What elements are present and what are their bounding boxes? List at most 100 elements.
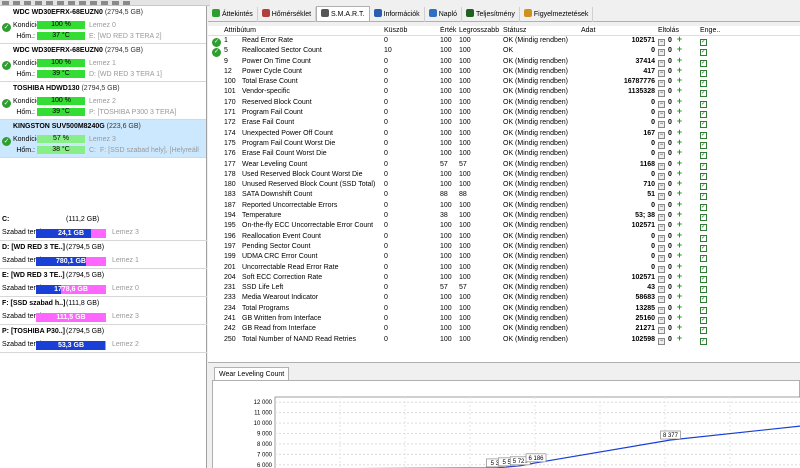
smart-row[interactable]: 233 Media Wearout Indicator 0 100 100 OK (Min… bbox=[208, 293, 800, 304]
col-threshold[interactable]: Küszöb bbox=[384, 26, 434, 36]
toolbar-button[interactable] bbox=[46, 1, 53, 5]
smart-row[interactable]: 241 GB Written from Interface 0 100 100 OK (M… bbox=[208, 314, 800, 325]
toolbar-button[interactable] bbox=[2, 1, 9, 5]
offset-increase-button[interactable]: + bbox=[677, 221, 682, 229]
offset-increase-button[interactable]: + bbox=[677, 67, 682, 75]
offset-increase-button[interactable]: + bbox=[677, 160, 682, 168]
enabled-checkbox[interactable]: ✓ bbox=[700, 90, 707, 98]
offset-decrease-button[interactable]: − bbox=[658, 286, 665, 294]
offset-decrease-button[interactable]: − bbox=[658, 275, 665, 283]
smart-row[interactable]: ✓ 1 Read Error Rate 0 100 100 OK (Mindig rendb… bbox=[208, 36, 800, 47]
offset-increase-button[interactable]: + bbox=[677, 170, 682, 178]
offset-decrease-button[interactable]: − bbox=[658, 80, 665, 88]
col-data[interactable]: Adat bbox=[579, 26, 655, 36]
smart-row[interactable]: 101 Vendor-specific 0 100 100 OK (Mindig rend… bbox=[208, 87, 800, 98]
toolbar-button[interactable] bbox=[57, 1, 64, 5]
offset-increase-button[interactable]: + bbox=[677, 139, 682, 147]
offset-decrease-button[interactable]: − bbox=[658, 183, 665, 191]
smart-row[interactable]: 178 Used Reserved Block Count Worst Die 0 1… bbox=[208, 170, 800, 180]
col-offset[interactable]: Eltolás bbox=[658, 26, 688, 36]
toolbar-button[interactable] bbox=[90, 1, 97, 5]
enabled-checkbox[interactable]: ✓ bbox=[700, 162, 707, 170]
smart-row[interactable]: 176 Erase Fail Count Worst Die 0 100 100 OK (… bbox=[208, 149, 800, 160]
offset-decrease-button[interactable]: − bbox=[658, 111, 665, 119]
enabled-checkbox[interactable]: ✓ bbox=[700, 244, 707, 252]
offset-increase-button[interactable]: + bbox=[677, 118, 682, 126]
offset-decrease-button[interactable]: − bbox=[658, 224, 665, 232]
offset-decrease-button[interactable]: − bbox=[658, 193, 665, 201]
smart-row[interactable]: 170 Reserved Block Count 0 100 100 OK (Mindig… bbox=[208, 97, 800, 109]
offset-increase-button[interactable]: + bbox=[677, 149, 682, 157]
enabled-checkbox[interactable]: ✓ bbox=[700, 296, 707, 304]
tab-log[interactable]: Napló bbox=[425, 7, 462, 22]
enabled-checkbox[interactable]: ✓ bbox=[700, 49, 707, 57]
col-attr[interactable]: Attribútum bbox=[224, 26, 384, 36]
disk-item[interactable]: ✓ WDC WD30EFRX-68EUZN0 (2794,5 GB) Kondíci… bbox=[0, 6, 206, 44]
offset-decrease-button[interactable]: − bbox=[658, 49, 665, 57]
enabled-checkbox[interactable]: ✓ bbox=[700, 327, 707, 335]
volume-item[interactable]: C: (111,2 GB) Szabad terület 24,1 GB Lemez 3 bbox=[0, 213, 207, 241]
enabled-checkbox[interactable]: ✓ bbox=[700, 275, 707, 283]
enabled-checkbox[interactable]: ✓ bbox=[700, 59, 707, 67]
enabled-checkbox[interactable]: ✓ bbox=[700, 152, 707, 160]
disk-item[interactable]: ✓ WDC WD30EFRX-68EUZN0 (2794,5 GB) Kondíci… bbox=[0, 44, 206, 82]
disk-item[interactable]: ✓ KINGSTON SUV500M8240G (223,6 GB) Kondíci… bbox=[0, 120, 206, 158]
offset-decrease-button[interactable]: − bbox=[658, 317, 665, 325]
smart-row[interactable]: 12 Power Cycle Count 0 100 100 OK (Mindig ren… bbox=[208, 67, 800, 77]
offset-increase-button[interactable]: + bbox=[677, 211, 682, 219]
volume-item[interactable]: P: [TOSHIBA P30..](2794,5 GB) Szabad terü… bbox=[0, 325, 207, 353]
offset-decrease-button[interactable]: − bbox=[658, 296, 665, 304]
offset-increase-button[interactable]: + bbox=[677, 180, 682, 188]
offset-decrease-button[interactable]: − bbox=[658, 327, 665, 335]
offset-decrease-button[interactable]: − bbox=[658, 121, 665, 129]
col-enabled[interactable]: Enge... bbox=[700, 26, 720, 36]
offset-decrease-button[interactable]: − bbox=[658, 214, 665, 222]
enabled-checkbox[interactable]: ✓ bbox=[700, 224, 707, 232]
offset-increase-button[interactable]: + bbox=[677, 314, 682, 322]
enabled-checkbox[interactable]: ✓ bbox=[700, 172, 707, 180]
enabled-checkbox[interactable]: ✓ bbox=[700, 265, 707, 273]
offset-increase-button[interactable]: + bbox=[677, 273, 682, 281]
offset-decrease-button[interactable]: − bbox=[658, 90, 665, 98]
volume-item[interactable]: D: [WD RED 3 TE..](2794,5 GB) Szabad terü… bbox=[0, 241, 207, 269]
enabled-checkbox[interactable]: ✓ bbox=[700, 80, 707, 88]
enabled-checkbox[interactable]: ✓ bbox=[700, 131, 707, 139]
smart-row[interactable]: 180 Unused Reserved Block Count (SSD Tota… bbox=[208, 180, 800, 191]
volume-item[interactable]: E: [WD RED 3 TE..](2794,5 GB) Szabad terü… bbox=[0, 269, 207, 297]
toolbar-button[interactable] bbox=[79, 1, 86, 5]
smart-row[interactable]: 9 Power On Time Count 0 100 100 OK (Mindig re… bbox=[208, 56, 800, 67]
offset-increase-button[interactable]: + bbox=[677, 324, 682, 332]
smart-row[interactable]: 172 Erase Fail Count 0 100 100 OK (Mindig ren… bbox=[208, 118, 800, 129]
smart-row[interactable]: 174 Unexpected Power Off Count 0 100 100 OK (… bbox=[208, 129, 800, 139]
toolbar-button[interactable] bbox=[101, 1, 108, 5]
toolbar-button[interactable] bbox=[24, 1, 31, 5]
offset-increase-button[interactable]: + bbox=[677, 57, 682, 65]
tab-info[interactable]: Információk bbox=[370, 7, 425, 22]
offset-increase-button[interactable]: + bbox=[677, 304, 682, 312]
offset-increase-button[interactable]: + bbox=[677, 98, 682, 106]
offset-decrease-button[interactable]: − bbox=[658, 152, 665, 160]
offset-decrease-button[interactable]: − bbox=[658, 100, 665, 108]
offset-decrease-button[interactable]: − bbox=[658, 162, 665, 170]
offset-decrease-button[interactable]: − bbox=[658, 131, 665, 139]
smart-row[interactable]: 195 On-the-fly ECC Uncorrectable Error Co… bbox=[208, 221, 800, 232]
volume-item[interactable]: F: [SSD szabad h..](111,8 GB) Szabad terü… bbox=[0, 297, 207, 325]
offset-increase-button[interactable]: + bbox=[677, 232, 682, 240]
enabled-checkbox[interactable]: ✓ bbox=[700, 317, 707, 325]
enabled-checkbox[interactable]: ✓ bbox=[700, 111, 707, 119]
offset-increase-button[interactable]: + bbox=[677, 242, 682, 250]
tab-performance[interactable]: Teljesítmény bbox=[462, 7, 520, 22]
smart-row[interactable]: 183 SATA Downshift Count 0 88 88 OK (Mindig r… bbox=[208, 190, 800, 201]
tab-thermometer[interactable]: Hőmérséklet bbox=[258, 7, 317, 22]
offset-increase-button[interactable]: + bbox=[677, 201, 682, 209]
col-status[interactable]: Státusz bbox=[503, 26, 583, 36]
disk-item[interactable]: ✓ TOSHIBA HDWD130 (2794,5 GB) Kondíció: 100… bbox=[0, 82, 206, 120]
offset-decrease-button[interactable]: − bbox=[658, 59, 665, 67]
smart-row[interactable]: 177 Wear Leveling Count 0 57 57 OK (Mindig re… bbox=[208, 159, 800, 170]
toolbar-button[interactable] bbox=[13, 1, 20, 5]
offset-increase-button[interactable]: + bbox=[677, 252, 682, 260]
enabled-checkbox[interactable]: ✓ bbox=[700, 39, 707, 46]
enabled-checkbox[interactable]: ✓ bbox=[700, 69, 707, 77]
offset-increase-button[interactable]: + bbox=[677, 87, 682, 95]
enabled-checkbox[interactable]: ✓ bbox=[700, 203, 707, 211]
